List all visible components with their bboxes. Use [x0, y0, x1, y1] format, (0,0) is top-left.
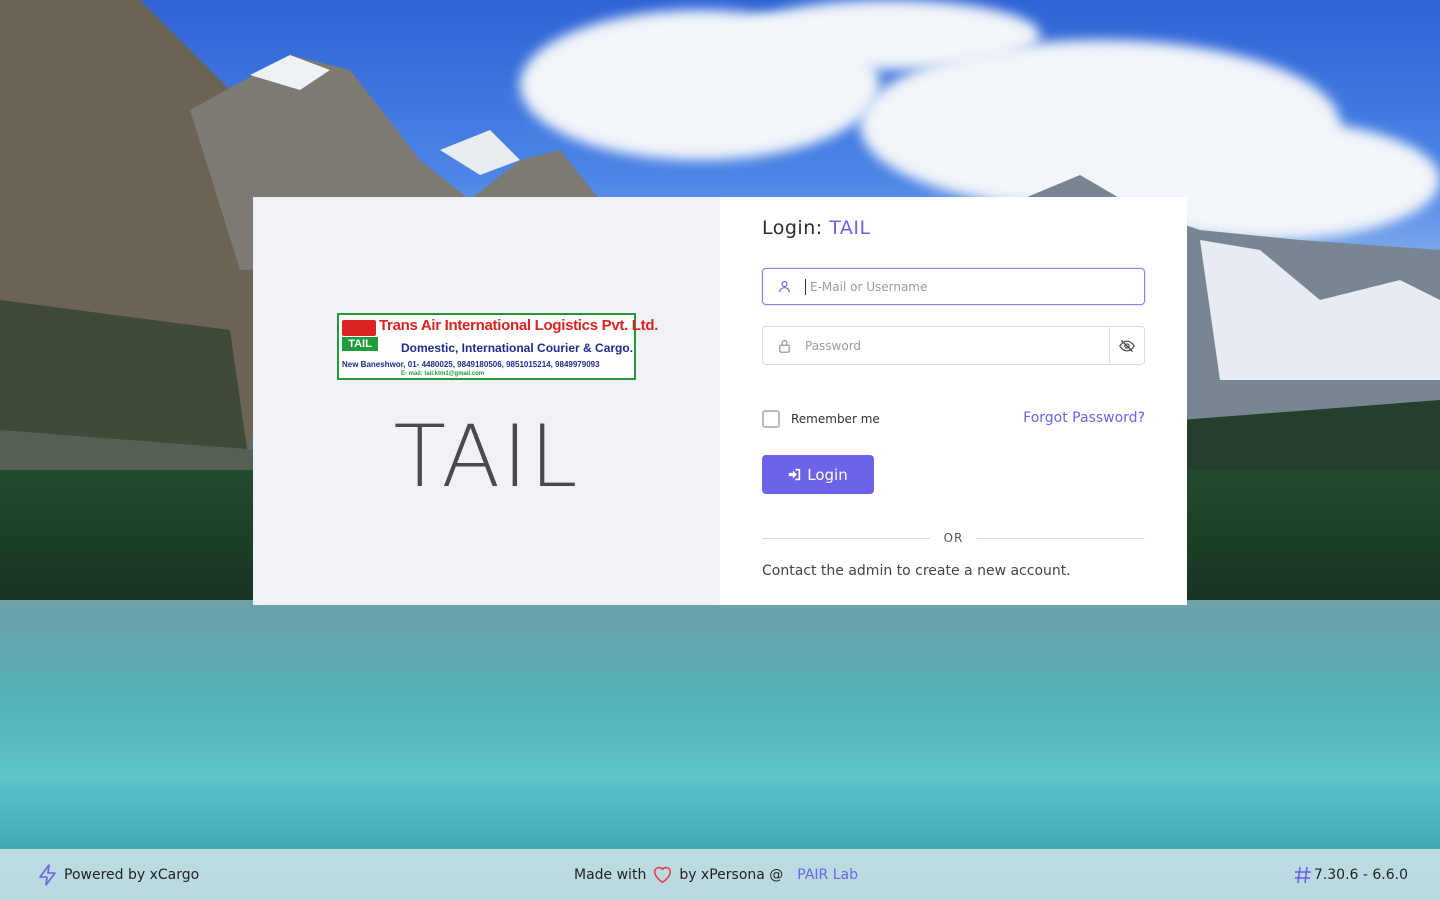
- powered-by: Powered by xCargo: [38, 863, 200, 886]
- login-card: TAIL Trans Air International Logistics P…: [253, 197, 1187, 605]
- logo-address: New Baneshwor, 01- 4480025, 9849180506, …: [342, 360, 600, 369]
- remember-checkbox[interactable]: [762, 410, 780, 428]
- username-input[interactable]: [810, 279, 1144, 294]
- made-with-text: Made with: [574, 866, 647, 883]
- eye-off-icon[interactable]: [1109, 327, 1144, 364]
- hash-icon: [1294, 866, 1311, 883]
- contact-admin-text: Contact the admin to create a new accoun…: [762, 563, 1071, 579]
- by-text: by xPersona @: [679, 866, 784, 883]
- or-label: OR: [943, 531, 964, 545]
- made-with: Made with by xPersona @ PAIR Lab: [574, 865, 858, 884]
- user-icon: [763, 280, 805, 293]
- password-field[interactable]: [762, 326, 1145, 365]
- powered-by-text: Powered by xCargo: [64, 866, 200, 883]
- login-title-prefix: Login:: [762, 217, 823, 239]
- forgot-password-link[interactable]: Forgot Password?: [1023, 410, 1145, 426]
- login-button[interactable]: Login: [762, 455, 874, 494]
- login-panel: Login: TAIL Remember me Forgot Password?: [720, 197, 1187, 605]
- lock-icon: [763, 339, 805, 353]
- version-text: 7.30.6 - 6.6.0: [1313, 866, 1408, 883]
- company-logo: TAIL Trans Air International Logistics P…: [337, 313, 658, 380]
- pair-lab-link[interactable]: PAIR Lab: [797, 867, 858, 883]
- remember-label: Remember me: [791, 412, 880, 426]
- login-title-org: TAIL: [829, 217, 871, 239]
- heart-icon: [654, 866, 672, 884]
- version-info: 7.30.6 - 6.6.0: [1294, 866, 1408, 884]
- remember-me[interactable]: Remember me: [762, 410, 880, 428]
- brand-panel: TAIL Trans Air International Logistics P…: [253, 197, 720, 605]
- truck-icon: [342, 320, 376, 336]
- logo-tagline: Domestic, International Courier & Cargo.: [401, 341, 634, 355]
- or-divider: OR: [762, 531, 1146, 545]
- login-button-label: Login: [807, 465, 848, 484]
- login-title: Login: TAIL: [762, 217, 871, 239]
- password-input[interactable]: [805, 338, 1109, 353]
- logo-email: E- mail: tail.ktm1@gmail.com: [401, 371, 485, 377]
- brand-name: TAIL: [393, 407, 580, 507]
- username-field[interactable]: [762, 268, 1145, 305]
- sign-in-icon: [789, 468, 801, 481]
- logo-tag: TAIL: [342, 337, 378, 351]
- footer: Powered by xCargo Made with by xPersona …: [0, 849, 1440, 900]
- text-caret: [805, 278, 806, 295]
- lightning-icon: [39, 863, 56, 886]
- logo-company-name: Trans Air International Logistics Pvt. L…: [379, 317, 659, 334]
